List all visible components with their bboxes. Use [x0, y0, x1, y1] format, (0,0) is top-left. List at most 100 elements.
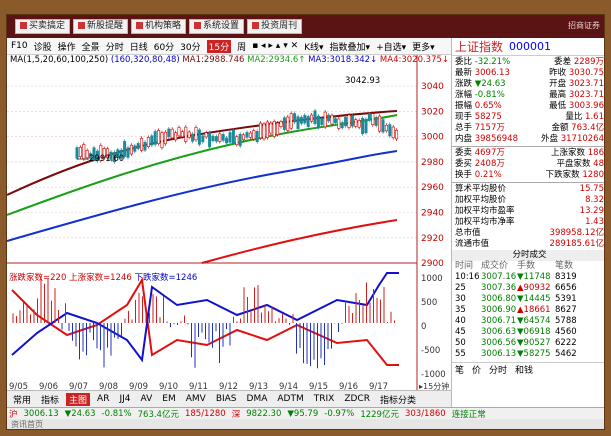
- market-status-bar: 沪 3006.13 ▼24.63 -0.81% 763.4亿元 185/1280…: [7, 407, 604, 420]
- price-tick-label: 3040: [421, 82, 444, 92]
- quote-tab[interactable]: 笔: [455, 363, 464, 376]
- quote-tabs: 笔价分时 和钱: [452, 362, 604, 376]
- menu-item-weekly[interactable]: 投资周刊: [247, 19, 303, 34]
- add-watchlist-dropdown[interactable]: +自选▾: [376, 40, 406, 53]
- quote-row: 总手 7157万 金额 763.4亿: [455, 123, 604, 133]
- candle-body: [245, 132, 249, 138]
- candle-body: [327, 114, 331, 122]
- quote-row: 涨跌 ▼24.63 开盘 3023.71: [455, 79, 604, 89]
- menu-item-settings[interactable]: 系统设置: [189, 19, 245, 34]
- sz-amount: 1229亿元: [360, 409, 399, 420]
- period-tick[interactable]: 分时: [106, 40, 124, 53]
- period-15m[interactable]: 15分: [206, 39, 232, 53]
- candle-body: [129, 144, 133, 155]
- candle-body: [174, 132, 178, 141]
- toolbar-operate[interactable]: 操作: [58, 40, 76, 53]
- brand-label: 招商证券: [568, 21, 600, 30]
- period-week[interactable]: 周: [237, 40, 246, 53]
- tick-row: 45 3006.63 ▼06918 4560: [455, 327, 577, 337]
- index-overlay-dropdown[interactable]: 指数叠加▾: [330, 40, 371, 53]
- quote-row: 内盘 39856948 外盘 31710264: [455, 134, 604, 144]
- candle-body: [344, 116, 348, 127]
- indicator-tab[interactable]: 常用: [10, 393, 34, 406]
- indicator-tick-label: -500: [421, 346, 440, 356]
- kline-chart[interactable]: 3040 3020 3000 2980 2960 2940 2920 2900 1000 500…: [7, 55, 451, 407]
- indicator-tab[interactable]: ADTM: [274, 394, 306, 404]
- indicator-tab[interactable]: 指标: [38, 393, 62, 406]
- indicator-tab[interactable]: AR: [94, 394, 112, 404]
- candle-body: [306, 116, 310, 127]
- candle-body: [228, 132, 232, 143]
- candle-body: [395, 129, 399, 140]
- toolbar-f10[interactable]: F10: [11, 41, 28, 51]
- breadth-rows: 委卖 4697万 上涨家数 186 委买 2408万 平盘家数 48 换手 0.21% 下…: [452, 148, 604, 181]
- candle-body: [384, 124, 388, 132]
- menu-item-ipo-alert[interactable]: 新股提醒: [73, 19, 129, 34]
- period-60m[interactable]: 60分: [154, 40, 174, 53]
- indicator-tab[interactable]: ZDCR: [341, 394, 373, 404]
- indicator-tab[interactable]: 指标分类: [377, 393, 419, 406]
- bottom-strip[interactable]: 资讯首页: [7, 419, 604, 429]
- candle-body: [177, 127, 181, 137]
- candle-body: [367, 113, 371, 121]
- candle-body: [238, 133, 242, 147]
- candle-body: [157, 130, 161, 144]
- breadth-legend-3: 下跌家数=1246: [134, 273, 198, 283]
- candle-body: [150, 135, 154, 146]
- candle-body: [214, 136, 218, 142]
- indicator-tab-bar: 常用 指标 主图 AR JJ4 AV EM AMV BIAS DMA ADTM TRIX ZDCR 指标分…: [7, 390, 451, 407]
- indicator-tab[interactable]: EM: [159, 394, 178, 404]
- indicator-tab[interactable]: JJ4: [116, 394, 133, 404]
- period-day[interactable]: 日线: [130, 40, 148, 53]
- candle-body: [316, 115, 320, 128]
- menu-item-trade[interactable]: 买卖搞定: [15, 19, 71, 34]
- sh-label: 沪: [9, 409, 18, 420]
- quote-row: 委卖 4697万 上涨家数 186: [455, 148, 604, 158]
- quote-tab[interactable]: 分时: [489, 363, 507, 376]
- quote-panel: 上证指数 000001 委比 -32.21% 委差 2289万 最新 3006.…: [451, 38, 604, 407]
- candle-body: [82, 144, 86, 160]
- price-tick-label: 3020: [421, 107, 444, 117]
- indicator-tick-label: -1000: [421, 370, 446, 380]
- quote-tab[interactable]: 和钱: [515, 363, 533, 376]
- candle-body: [279, 121, 283, 127]
- indicator-tab[interactable]: AMV: [183, 394, 209, 404]
- ma-legend-prefix: MA(1,5,20,60,100,250): [10, 55, 109, 65]
- committee-row: 委比 -32.21% 委差 2289万: [455, 57, 604, 67]
- candle-body: [381, 119, 385, 133]
- toolbar-diagnose[interactable]: 诊股: [34, 40, 52, 53]
- menu-item-strategy[interactable]: 机构策略: [131, 19, 187, 34]
- candle-body: [191, 133, 195, 142]
- candle-body: [357, 120, 361, 128]
- menu-icon: [20, 22, 27, 29]
- quote-tab[interactable]: 价: [472, 363, 481, 376]
- ma1-value: MA1:2988.746: [182, 55, 245, 65]
- indicator-tab[interactable]: AV: [138, 394, 156, 404]
- candle-body: [269, 122, 273, 134]
- candle-body: [289, 113, 293, 129]
- tick-row: 55 3006.13 ▼58275 5462: [455, 349, 577, 359]
- more-dropdown[interactable]: 更多▾: [412, 40, 435, 53]
- stat-row: 流通市值 289185.61亿: [455, 239, 604, 249]
- candle-body: [378, 115, 382, 132]
- indicator-tab[interactable]: DMA: [244, 394, 271, 404]
- toolbar-overview[interactable]: 全景: [82, 40, 100, 53]
- stat-row: 加权平均市盈率 13.29: [455, 206, 604, 216]
- candle-body: [310, 114, 314, 122]
- indicator-tab[interactable]: BIAS: [213, 394, 240, 404]
- indicator-tab[interactable]: TRIX: [311, 394, 338, 404]
- indicator-tab[interactable]: 主图: [66, 392, 91, 406]
- candle-body: [248, 132, 252, 138]
- candle-body: [75, 147, 79, 159]
- tick-row: 40 3006.71 ▼64574 5788: [455, 316, 577, 326]
- top-menu-bar: 买卖搞定 新股提醒 机构策略 系统设置 投资周刊 招商证券: [7, 15, 604, 38]
- candle-body: [235, 136, 239, 146]
- candle-body: [146, 137, 150, 147]
- period-30m[interactable]: 30分: [180, 40, 200, 53]
- quote-rows: 最新 3006.13 昨收 3030.75 涨跌 ▼24.63 开盘 3023.71 涨…: [452, 68, 604, 145]
- candle-body: [136, 143, 140, 149]
- candle-body: [323, 111, 327, 128]
- kline-dropdown[interactable]: K线▾: [304, 40, 323, 53]
- candle-body: [126, 147, 130, 158]
- zoom-icon[interactable]: ▪ ◂ ▸ ▴ ▾ ✕: [252, 41, 298, 51]
